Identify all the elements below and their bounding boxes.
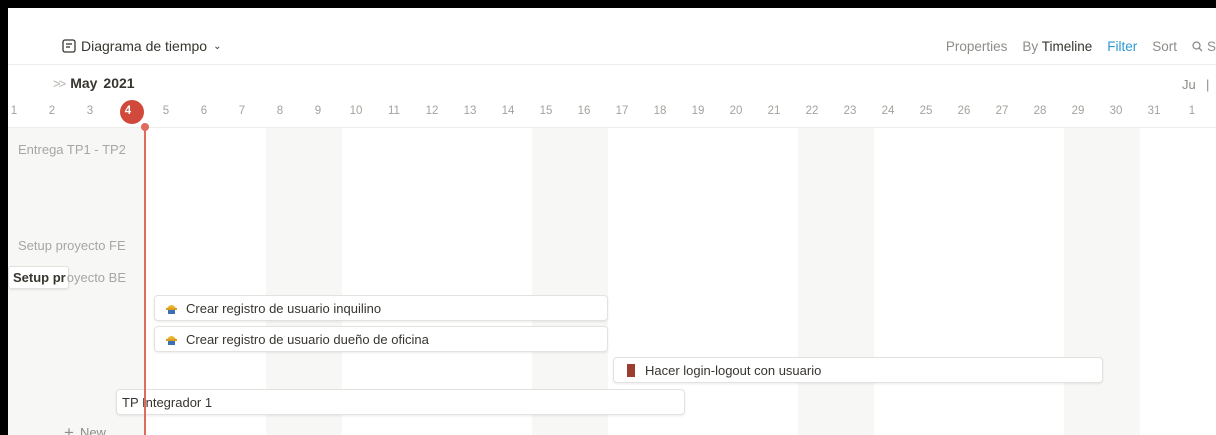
task-label: Crear registro de usuario inquilino [186, 300, 382, 316]
task-entrega-tp1-tp2[interactable]: Entrega TP1 - TP2 [18, 142, 126, 157]
month-year: 2021 [103, 75, 135, 91]
day-label: 15 [539, 105, 553, 117]
day-label: 3 [86, 105, 94, 117]
month-header: >> May 2021 Ju | [8, 71, 1216, 95]
day-label: 31 [1147, 105, 1161, 117]
by-label: By [1022, 38, 1039, 54]
day-label: 24 [881, 105, 895, 117]
day-label: 1 [1188, 105, 1196, 117]
task-setup-proyecto-fe[interactable]: Setup proyecto FE [18, 238, 126, 253]
day-label: 1 [10, 105, 18, 117]
toolbar-divider [8, 64, 1216, 65]
new-label: New [79, 425, 106, 435]
day-label: 10 [349, 105, 363, 117]
today-line-marker [141, 123, 149, 131]
day-label: 11 [388, 105, 400, 117]
filter-button[interactable]: Filter [1107, 39, 1137, 54]
timeline-grid: Entrega TP1 - TP2 Setup proyecto FE Setu… [8, 128, 1216, 435]
day-label: 12 [425, 105, 439, 117]
month-name: May [70, 75, 98, 91]
toolbar-actions: Properties By Timeline Filter Sort S [946, 36, 1216, 56]
day-label: 25 [919, 105, 933, 117]
day-label: 23 [843, 105, 857, 117]
weekend-column [798, 128, 874, 435]
task-crear-registro-dueno[interactable]: Crear registro de usuario dueño de ofici… [154, 326, 608, 352]
task-setup-be-overflow: oyecto BE [66, 270, 126, 285]
task-label: Crear registro de usuario dueño de ofici… [186, 331, 429, 347]
day-label: 22 [805, 105, 819, 117]
plus-icon: + [64, 423, 74, 435]
day-label: 26 [957, 105, 971, 117]
door-icon [627, 363, 635, 377]
construction-worker-icon [166, 335, 177, 345]
next-month-divider: | [1206, 77, 1210, 92]
task-label: Hacer login-logout con usuario [645, 362, 822, 378]
task-hacer-login-logout[interactable]: Hacer login-logout con usuario [613, 357, 1103, 383]
construction-worker-icon [166, 304, 177, 314]
timeline-view-icon [62, 39, 76, 53]
search-label: S [1206, 38, 1216, 54]
search-icon [1192, 40, 1203, 51]
day-label: 2 [48, 105, 56, 117]
chevron-down-icon: ⌄ [213, 40, 222, 52]
task-setup-be-card: Setup pr [8, 266, 69, 289]
task-label: TP Integrador 1 [122, 394, 213, 410]
day-label: 13 [463, 105, 477, 117]
day-label: 14 [501, 105, 515, 117]
search-button[interactable]: S [1192, 39, 1216, 54]
day-label: 28 [1033, 105, 1047, 117]
day-label: 18 [653, 105, 667, 117]
sort-button[interactable]: Sort [1152, 39, 1177, 54]
day-label: 29 [1071, 105, 1085, 117]
day-label: 6 [200, 105, 208, 117]
day-label: 21 [767, 105, 781, 117]
by-timeline-value: Timeline [1041, 38, 1093, 54]
day-label: 27 [995, 105, 1009, 117]
new-item-button[interactable]: + New [64, 424, 106, 435]
today-line [144, 125, 146, 435]
month-label: >> May 2021 [53, 75, 135, 91]
scroll-left-icon[interactable]: >> [53, 76, 66, 91]
next-month-label: Ju [1182, 77, 1196, 92]
task-crear-registro-inquilino[interactable]: Crear registro de usuario inquilino [154, 295, 608, 321]
day-label: 8 [276, 105, 284, 117]
task-setup-proyecto-be[interactable]: Setup pr oyecto BE [8, 265, 126, 290]
day-label: 17 [615, 105, 629, 117]
days-header: 1 2 3 4 5 6 7 8 9 10 11 12 13 14 15 16 17 18 19 20 21 22 23 24 2… [8, 100, 1216, 128]
day-label: 9 [314, 105, 322, 117]
day-label: 4 [124, 105, 132, 117]
day-label: 5 [162, 105, 170, 117]
view-selector[interactable]: Diagrama de tiempo ⌄ [62, 36, 221, 56]
day-label: 16 [577, 105, 591, 117]
timeline-view: Diagrama de tiempo ⌄ Properties By Timel… [8, 8, 1216, 435]
day-label: 19 [691, 105, 705, 117]
day-label: 20 [729, 105, 743, 117]
day-label: 30 [1109, 105, 1123, 117]
weekend-column [1064, 128, 1140, 435]
properties-button[interactable]: Properties [946, 39, 1008, 54]
view-title: Diagrama de tiempo [81, 38, 208, 54]
task-tp-integrador-1[interactable]: TP Integrador 1 [116, 389, 685, 415]
group-by-button[interactable]: By Timeline [1022, 39, 1092, 54]
toolbar: Diagrama de tiempo ⌄ Properties By Timel… [8, 8, 1216, 64]
day-label: 7 [238, 105, 246, 117]
